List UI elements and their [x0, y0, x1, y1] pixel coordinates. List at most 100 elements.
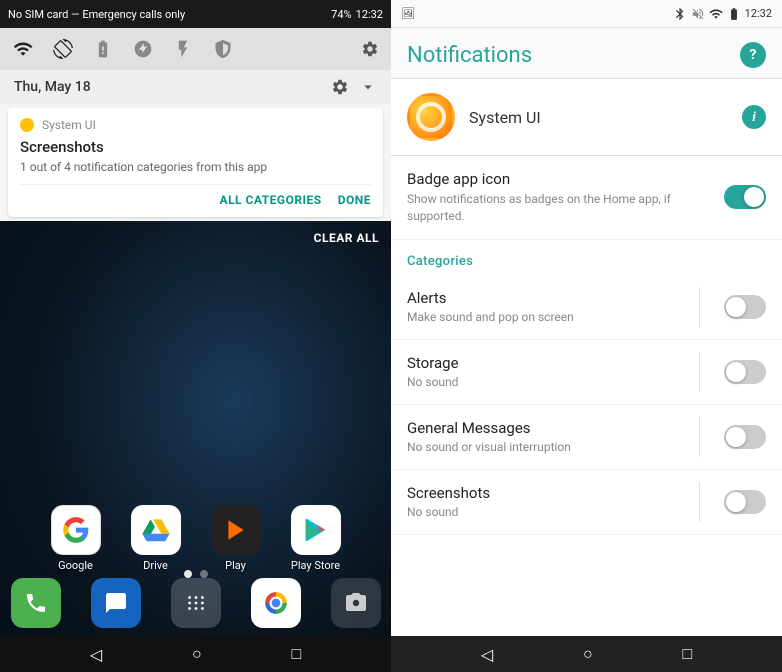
sound-off-icon — [691, 7, 705, 21]
dock-camera[interactable] — [326, 578, 386, 628]
divider-2 — [699, 352, 700, 392]
signal-icon — [709, 7, 723, 21]
notif-body: 1 out of 4 notification categories from … — [20, 160, 371, 174]
clear-all-button[interactable]: CLEAR ALL — [314, 231, 379, 245]
divider-1 — [699, 287, 700, 327]
status-right-icons: 74% 12:32 — [331, 8, 383, 21]
help-button[interactable]: ? — [740, 42, 766, 68]
right-header: Notifications ? — [391, 28, 782, 79]
alerts-toggle[interactable] — [724, 295, 766, 319]
app-google[interactable]: Google — [46, 505, 106, 572]
camera-icon — [331, 578, 381, 628]
date-display: Thu, May 18 — [14, 79, 91, 95]
all-categories-button[interactable]: ALL CATEGORIES — [220, 193, 322, 207]
category-storage-desc: No sound — [407, 375, 699, 389]
battery-text: 74% — [331, 8, 351, 21]
drive-icon — [131, 505, 181, 555]
rotate-icon[interactable] — [52, 38, 74, 60]
time-right: 12:32 — [745, 7, 772, 20]
notif-app-icon — [20, 118, 34, 132]
app-info-row: System UI i — [391, 79, 782, 156]
dock-messages[interactable] — [86, 578, 146, 628]
dock-apps[interactable] — [166, 578, 226, 628]
right-panel: 🖼 12:32 Notifications ? System UI i Badg… — [391, 0, 782, 672]
back-button-right[interactable]: ◁ — [481, 645, 493, 664]
screenshots-toggle[interactable] — [724, 490, 766, 514]
category-general-desc: No sound or visual interruption — [407, 440, 699, 454]
wifi-icon[interactable] — [12, 38, 34, 60]
notification-panel: Thu, May 18 System UI Screenshots 1 out … — [0, 28, 391, 221]
category-screenshots-row: Screenshots No sound — [391, 470, 782, 535]
category-storage-info: Storage No sound — [407, 354, 699, 389]
category-alerts-title: Alerts — [407, 289, 699, 307]
status-bar-right: 🖼 12:32 — [391, 0, 782, 28]
category-screenshots-desc: No sound — [407, 505, 699, 519]
category-alerts-desc: Make sound and pop on screen — [407, 310, 699, 324]
recents-button-right[interactable]: □ — [682, 644, 692, 664]
category-alerts-info: Alerts Make sound and pop on screen — [407, 289, 699, 324]
flashlight-icon[interactable] — [172, 38, 194, 60]
left-panel: No SIM card — Emergency calls only 74% 1… — [0, 0, 391, 672]
settings-section: Badge app icon Show notifications as bad… — [391, 156, 782, 636]
status-bar-left: No SIM card — Emergency calls only 74% 1… — [0, 0, 391, 28]
playstore-icon — [291, 505, 341, 555]
date-row: Thu, May 18 — [0, 70, 391, 104]
battery-saver-icon[interactable] — [92, 38, 114, 60]
back-button-left[interactable]: ◁ — [90, 645, 102, 664]
general-toggle[interactable] — [724, 425, 766, 449]
category-general-title: General Messages — [407, 419, 699, 437]
app-info-button[interactable]: i — [742, 105, 766, 129]
home-button-left[interactable]: ○ — [192, 644, 202, 664]
page-title: Notifications — [407, 43, 532, 68]
notification-card: System UI Screenshots 1 out of 4 notific… — [8, 108, 383, 217]
app-dock — [0, 570, 391, 636]
app-drive[interactable]: Drive — [126, 505, 186, 572]
messages-icon — [91, 578, 141, 628]
chevron-down-icon[interactable] — [359, 78, 377, 96]
bluetooth-icon — [673, 7, 687, 21]
settings-expand-icons — [361, 40, 379, 58]
storage-toggle[interactable] — [724, 360, 766, 384]
category-storage-title: Storage — [407, 354, 699, 372]
recents-button-left[interactable]: □ — [291, 644, 301, 664]
badge-setting-desc: Show notifications as badges on the Home… — [407, 191, 712, 225]
notif-title: Screenshots — [20, 138, 371, 156]
dock-chrome[interactable] — [246, 578, 306, 628]
app-playstore[interactable]: Play Store — [286, 505, 346, 572]
all-apps-icon — [171, 578, 221, 628]
done-button[interactable]: DONE — [338, 193, 371, 207]
badge-setting-info: Badge app icon Show notifications as bad… — [407, 170, 712, 225]
settings-icon[interactable] — [331, 78, 349, 96]
vpn-icon[interactable] — [212, 38, 234, 60]
system-ui-name: System UI — [469, 108, 742, 127]
quick-settings — [0, 28, 391, 70]
app-grid: Google Drive Play — [0, 505, 391, 572]
nav-bar-left: ◁ ○ □ — [0, 636, 391, 672]
category-general-info: General Messages No sound or visual inte… — [407, 419, 699, 454]
nav-bar-right: ◁ ○ □ — [391, 636, 782, 672]
dnd-icon[interactable] — [132, 38, 154, 60]
badge-setting-title: Badge app icon — [407, 170, 712, 188]
divider-3 — [699, 417, 700, 457]
categories-header: Categories — [391, 240, 782, 275]
notif-app-name: System UI — [42, 118, 96, 132]
divider-4 — [699, 482, 700, 522]
wifi-right-icon — [727, 7, 741, 21]
dock-phone[interactable] — [6, 578, 66, 628]
badge-setting-row: Badge app icon Show notifications as bad… — [391, 156, 782, 240]
app-row-1: Google Drive Play — [46, 505, 346, 572]
app-play[interactable]: Play — [206, 505, 266, 572]
google-icon — [51, 505, 101, 555]
carrier-text: No SIM card — Emergency calls only — [8, 8, 185, 21]
category-storage-row: Storage No sound — [391, 340, 782, 405]
badge-toggle[interactable] — [724, 185, 766, 209]
category-screenshots-title: Screenshots — [407, 484, 699, 502]
phone-icon — [11, 578, 61, 628]
chrome-icon — [251, 578, 301, 628]
home-screen: CLEAR ALL Google Drive — [0, 221, 391, 672]
status-right-right-icons: 12:32 — [673, 7, 772, 21]
home-button-right[interactable]: ○ — [583, 644, 593, 664]
notif-actions: ALL CATEGORIES DONE — [20, 184, 371, 207]
quick-icons — [12, 38, 234, 60]
category-general-row: General Messages No sound or visual inte… — [391, 405, 782, 470]
